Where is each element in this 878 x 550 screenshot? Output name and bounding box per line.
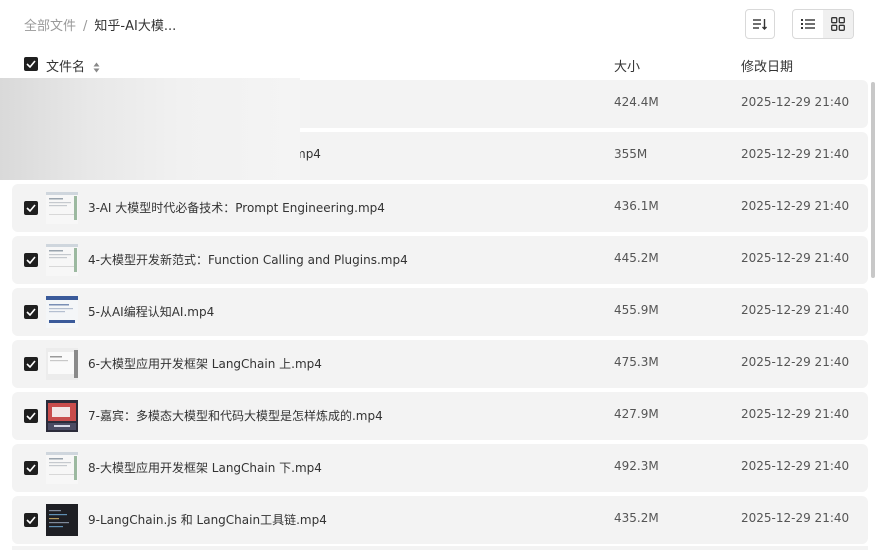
file-size: 436.1M [614, 199, 659, 213]
file-modified-date: 2025-12-29 21:40 [741, 511, 850, 525]
video-thumbnail [46, 452, 78, 484]
file-row[interactable]: 4-大模型开发新范式：Function Calling and Plugins.… [12, 236, 868, 284]
top-bar: 全部文件 / 知乎-AI大模... [0, 0, 878, 48]
checkbox-checked-icon [26, 360, 36, 368]
file-row[interactable]: 8-大模型应用开发框架 LangChain 下.mp4 492.3M 2025-12… [12, 444, 868, 492]
file-modified-date: 2025-12-29 21:40 [741, 199, 850, 213]
breadcrumb-separator: / [83, 19, 88, 34]
file-name[interactable]: 7-嘉宾：多模态大模型和代码大模型是怎样炼成的.mp4 [88, 407, 383, 424]
file-modified-date: 2025-12-29 21:40 [741, 95, 850, 109]
file-size: 355M [614, 147, 648, 161]
breadcrumb-current-folder: 知乎-AI大模... [94, 19, 177, 34]
column-header-modified[interactable]: 修改日期 [741, 56, 793, 75]
file-name[interactable]: 8-大模型应用开发框架 LangChain 下.mp4 [88, 459, 322, 476]
file-row[interactable]: 6-大模型应用开发框架 LangChain 上.mp4 475.3M 2025-12… [12, 340, 868, 388]
file-modified-date: 2025-12-29 21:40 [741, 355, 850, 369]
file-name-text: 9-LangChain.js 和 LangChain工具链.mp4 [88, 513, 327, 527]
video-thumbnail [46, 244, 78, 276]
file-size: 445.2M [614, 251, 659, 265]
file-modified-date: 2025-12-29 21:40 [741, 303, 850, 317]
file-name[interactable]: 6-大模型应用开发框架 LangChain 上.mp4 [88, 355, 322, 372]
file-checkbox[interactable] [24, 305, 38, 319]
file-name[interactable]: 3-AI 大模型时代必备技术：Prompt Engineering.mp4 [88, 199, 385, 216]
list-view-button[interactable] [793, 10, 823, 38]
file-name[interactable]: 5-从AI编程认知AI.mp4 [88, 303, 214, 320]
select-all-checkbox[interactable] [24, 57, 38, 71]
blurred-region [0, 78, 300, 180]
file-name-text: 3-AI 大模型时代必备技术：Prompt Engineering.mp4 [88, 201, 385, 215]
video-thumbnail [46, 192, 78, 224]
file-row[interactable]: 3-AI 大模型时代必备技术：Prompt Engineering.mp4 436… [12, 184, 868, 232]
file-name-text: 8-大模型应用开发框架 LangChain 下.mp4 [88, 461, 322, 475]
file-modified-date: 2025-12-29 21:40 [741, 459, 850, 473]
file-size: 475.3M [614, 355, 659, 369]
file-checkbox[interactable] [24, 357, 38, 371]
checkbox-checked-icon [26, 256, 36, 264]
file-name[interactable]: 9-LangChain.js 和 LangChain工具链.mp4 [88, 511, 327, 528]
file-checkbox[interactable] [24, 513, 38, 527]
sort-arrows-icon [93, 62, 100, 73]
file-size: 427.9M [614, 407, 659, 421]
list-view-icon [801, 19, 815, 29]
checkbox-checked-icon [26, 204, 36, 212]
video-thumbnail [46, 296, 78, 328]
file-row[interactable]: 7-嘉宾：多模态大模型和代码大模型是怎样炼成的.mp4 427.9M 2025-12… [12, 392, 868, 440]
file-size: 492.3M [614, 459, 659, 473]
file-list-header: 文件名 大小 修改日期 [0, 50, 878, 78]
file-size: 455.9M [614, 303, 659, 317]
file-name-text: 6-大模型应用开发框架 LangChain 上.mp4 [88, 357, 322, 371]
file-name-text: 7-嘉宾：多模态大模型和代码大模型是怎样炼成的.mp4 [88, 409, 383, 423]
file-name-text: 5-从AI编程认知AI.mp4 [88, 305, 215, 319]
scrollbar-thumb[interactable] [871, 82, 875, 278]
checkbox-checked-icon [26, 464, 36, 472]
file-size: 435.2M [614, 511, 659, 525]
file-size: 424.4M [614, 95, 659, 109]
file-checkbox[interactable] [24, 253, 38, 267]
file-row[interactable]: 5-从AI编程认知AI.mp4 455.9M 2025-12-29 21:40 [12, 288, 868, 336]
video-thumbnail [46, 348, 78, 380]
column-header-name-label: 文件名 [46, 60, 86, 75]
file-row-partial [12, 546, 868, 550]
file-checkbox[interactable] [24, 201, 38, 215]
column-header-name[interactable]: 文件名 [46, 56, 100, 75]
column-header-size[interactable]: 大小 [614, 56, 640, 75]
file-name-text: 4-大模型开发新范式：Function Calling and Plugins.… [88, 253, 408, 267]
checkbox-checked-icon [26, 412, 36, 420]
view-toggle [792, 9, 854, 39]
file-name[interactable]: 4-大模型开发新范式：Function Calling and Plugins.… [88, 251, 408, 268]
video-thumbnail [46, 400, 78, 432]
file-modified-date: 2025-12-29 21:40 [741, 147, 850, 161]
video-thumbnail [46, 504, 78, 536]
checkbox-checked-icon [26, 308, 36, 316]
file-row[interactable]: 9-LangChain.js 和 LangChain工具链.mp4 435.2M 2… [12, 496, 868, 544]
checkbox-checked-icon [26, 60, 36, 68]
file-modified-date: 2025-12-29 21:40 [741, 251, 850, 265]
breadcrumb-root-link[interactable]: 全部文件 [24, 19, 76, 34]
grid-view-button[interactable] [823, 10, 853, 38]
breadcrumb: 全部文件 / 知乎-AI大模... [24, 15, 176, 34]
file-checkbox[interactable] [24, 409, 38, 423]
sort-icon [753, 19, 767, 30]
file-modified-date: 2025-12-29 21:40 [741, 407, 850, 421]
grid-view-icon [831, 17, 845, 31]
checkbox-checked-icon [26, 516, 36, 524]
file-checkbox[interactable] [24, 461, 38, 475]
sort-button[interactable] [745, 9, 775, 39]
